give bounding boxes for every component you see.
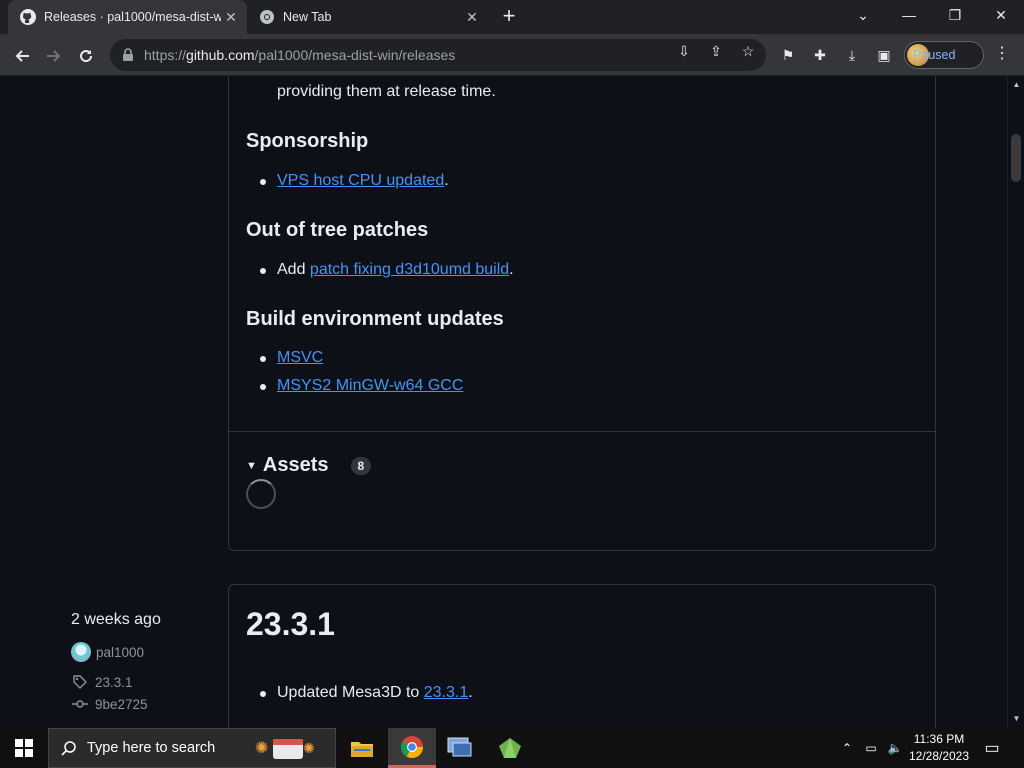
new-tab-button[interactable]: + xyxy=(497,5,521,29)
restore-icon[interactable]: ❐ xyxy=(932,0,978,30)
scroll-down-icon[interactable]: ▼ xyxy=(1012,714,1021,723)
page-content: providing them at release time. Sponsors… xyxy=(0,76,1007,728)
release-commit[interactable]: 9be2725 xyxy=(71,695,148,713)
section-heading: Out of tree patches xyxy=(246,219,429,241)
page-scrollbar[interactable]: ▲ ▼ xyxy=(1007,76,1024,728)
forward-button[interactable] xyxy=(40,42,68,70)
back-button[interactable] xyxy=(8,42,36,70)
list-item: MSYS2 MinGW-w64 GCC xyxy=(277,377,463,395)
bullet xyxy=(260,691,266,697)
minimize-icon[interactable]: — xyxy=(886,0,932,30)
commit-icon xyxy=(71,695,89,713)
msvc-link[interactable]: MSVC xyxy=(277,349,323,366)
tab-search-icon[interactable]: ⌄ xyxy=(840,0,886,30)
taskbar: Type here to search ✺ ✺ ⌃ ▭ 🔈 11:36 PM 12… xyxy=(0,728,1024,768)
notification-icon[interactable]: ▭ xyxy=(978,728,1006,768)
tab-title: Releases · pal1000/mesa-dist-wi xyxy=(44,10,221,24)
chrome-taskbar-icon[interactable] xyxy=(388,728,436,768)
msys2-link[interactable]: MSYS2 MinGW-w64 GCC xyxy=(277,377,463,394)
url-text: https://github.com/pal1000/mesa-dist-win… xyxy=(144,47,456,63)
vps-link[interactable]: VPS host CPU updated xyxy=(277,172,444,189)
reload-button[interactable] xyxy=(72,42,100,70)
release-tag[interactable]: 23.3.1 xyxy=(71,673,133,691)
tab-new-tab[interactable]: New Tab ✕ xyxy=(249,0,488,34)
network-icon[interactable]: ▭ xyxy=(860,728,882,768)
install-app-icon[interactable]: ⇩ xyxy=(674,41,694,61)
downloads-icon[interactable]: ⤓ xyxy=(842,45,862,65)
note-text: providing them at release time. xyxy=(277,83,496,100)
windows-logo-icon xyxy=(15,739,33,757)
scrollbar-thumb[interactable] xyxy=(1011,134,1021,182)
chrome-icon xyxy=(260,10,274,24)
avatar xyxy=(71,642,91,662)
flag-icon[interactable]: ⚑ xyxy=(778,45,798,65)
github-icon xyxy=(20,9,36,25)
list-item: Updated Mesa3D to 23.3.1. xyxy=(277,684,473,701)
loading-spinner-icon xyxy=(246,479,276,509)
triangle-down-icon: ▼ xyxy=(246,459,257,472)
search-icon xyxy=(61,741,76,756)
arrow-right-icon xyxy=(47,50,61,62)
bullet xyxy=(260,384,266,390)
arrow-left-icon xyxy=(15,50,29,62)
list-item: VPS host CPU updated. xyxy=(277,172,449,189)
clock-date: 12/28/2023 xyxy=(908,749,970,763)
remote-desktop-icon[interactable] xyxy=(436,728,484,768)
close-window-icon[interactable]: ✕ xyxy=(978,0,1024,30)
release-time: 2 weeks ago xyxy=(71,611,161,628)
bullet xyxy=(260,356,266,362)
patch-link[interactable]: patch fixing d3d10umd build xyxy=(310,261,509,278)
bookmark-star-icon[interactable]: ☆ xyxy=(738,41,758,61)
tray-overflow-icon[interactable]: ⌃ xyxy=(838,728,856,768)
version-link[interactable]: 23.3.1 xyxy=(424,684,468,701)
list-item: Add patch fixing d3d10umd build. xyxy=(277,261,514,278)
side-panel-icon[interactable]: ▣ xyxy=(874,45,894,65)
browser-toolbar: https://github.com/pal1000/mesa-dist-win… xyxy=(0,34,1024,76)
extensions-icon[interactable]: ✚ xyxy=(810,45,830,65)
assets-toggle[interactable]: ▼ Assets 8 xyxy=(246,454,372,477)
share-icon[interactable]: ⇪ xyxy=(706,41,726,61)
clock[interactable]: 11:36 PM 12/28/2023 xyxy=(904,731,974,765)
reload-icon xyxy=(80,50,93,63)
divider xyxy=(228,431,936,432)
profile-status: Paused xyxy=(913,48,956,62)
search-highlight-icon: ✺ ✺ xyxy=(255,739,315,759)
section-heading: Sponsorship xyxy=(246,130,369,152)
close-tab-icon[interactable]: ✕ xyxy=(221,7,241,27)
bullet xyxy=(260,268,266,274)
start-button[interactable] xyxy=(0,728,48,768)
assets-count-badge: 8 xyxy=(350,456,372,475)
svg-text:✺: ✺ xyxy=(303,740,315,756)
taskbar-search[interactable]: Type here to search ✺ ✺ xyxy=(48,728,336,768)
file-explorer-icon[interactable] xyxy=(338,728,386,768)
bullet xyxy=(260,179,266,185)
assets-label: Assets xyxy=(262,454,329,476)
search-placeholder: Type here to search xyxy=(87,740,216,756)
app-gem-icon[interactable] xyxy=(486,728,534,768)
clock-time: 11:36 PM xyxy=(913,732,965,746)
profile-button[interactable]: Paused xyxy=(904,41,984,69)
svg-text:✺: ✺ xyxy=(255,740,268,757)
lock-icon xyxy=(123,48,133,61)
list-item: MSVC xyxy=(277,349,323,367)
browser-menu-icon[interactable]: ⋮ xyxy=(994,45,1010,65)
tab-title: New Tab xyxy=(283,10,332,24)
close-tab-icon[interactable]: ✕ xyxy=(462,7,482,27)
address-bar[interactable]: https://github.com/pal1000/mesa-dist-win… xyxy=(110,39,766,71)
scroll-up-icon[interactable]: ▲ xyxy=(1012,80,1021,89)
section-heading: Build environment updates xyxy=(246,308,504,330)
tab-releases[interactable]: Releases · pal1000/mesa-dist-wi ✕ xyxy=(8,0,247,34)
volume-muted-icon[interactable]: 🔈 xyxy=(884,728,906,768)
tab-strip: Releases · pal1000/mesa-dist-wi ✕ New Ta… xyxy=(0,0,1024,34)
tag-icon xyxy=(71,673,89,691)
release-version-title[interactable]: 23.3.1 xyxy=(246,606,335,643)
release-author[interactable]: pal1000 xyxy=(71,642,144,662)
